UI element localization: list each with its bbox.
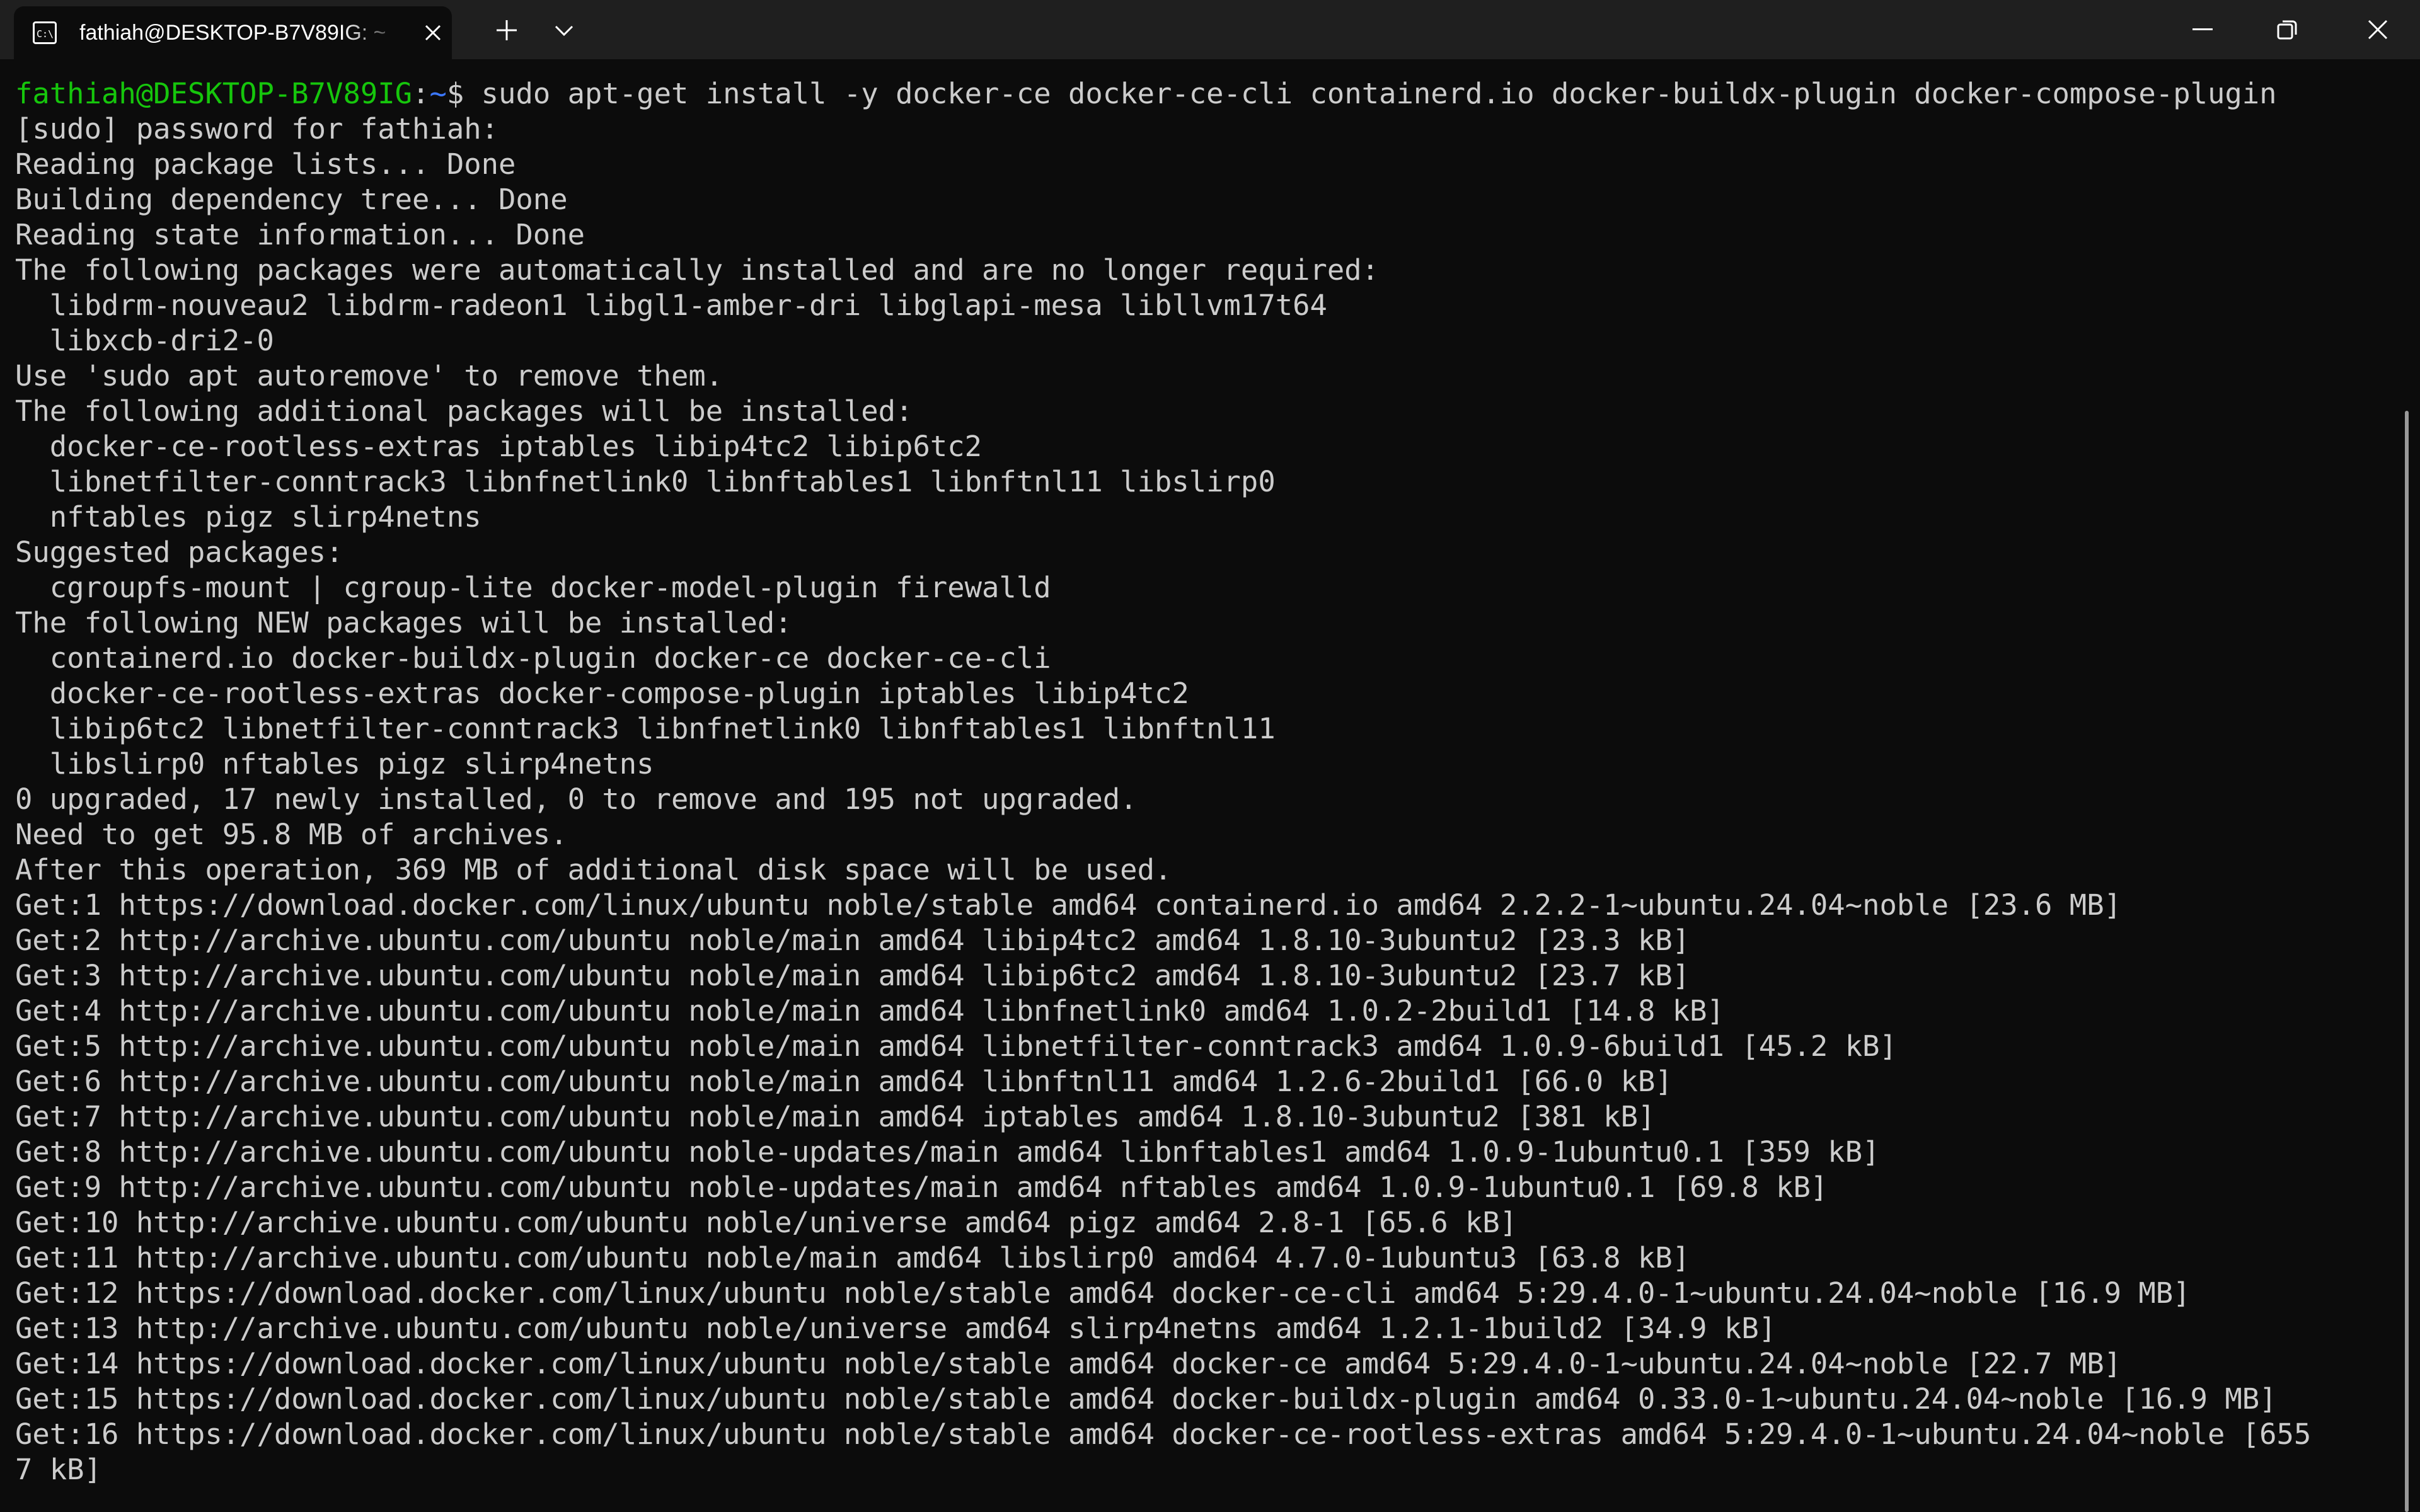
new-tab-plus-icon[interactable] <box>494 18 519 43</box>
output-line: After this operation, 369 MB of addition… <box>15 853 1172 886</box>
output-line: Reading package lists... Done <box>15 147 516 181</box>
output-line: Get:7 http://archive.ubuntu.com/ubuntu n… <box>15 1100 1656 1133</box>
output-line: Get:6 http://archive.ubuntu.com/ubuntu n… <box>15 1065 1673 1098</box>
svg-text:C:\: C:\ <box>37 28 54 40</box>
output-line: Reading state information... Done <box>15 218 585 251</box>
close-icon <box>2368 20 2388 40</box>
close-window-button[interactable] <box>2336 0 2420 59</box>
prompt-symbol: $ <box>446 77 481 110</box>
terminal-icon: C:\ <box>33 21 57 44</box>
prompt-user-host: fathiah@DESKTOP-B7V89IG <box>15 77 413 110</box>
output-line: Suggested packages: <box>15 536 343 569</box>
output-line: nftables pigz slirp4netns <box>15 500 481 534</box>
output-line: Get:3 http://archive.ubuntu.com/ubuntu n… <box>15 959 1690 992</box>
prompt-separator: : <box>412 77 430 110</box>
output-line: Get:11 http://archive.ubuntu.com/ubuntu … <box>15 1241 1690 1274</box>
output-line: [sudo] password for fathiah: <box>15 112 499 146</box>
output-line: Get:13 http://archive.ubuntu.com/ubuntu … <box>15 1312 1777 1345</box>
output-line: libdrm-nouveau2 libdrm-radeon1 libgl1-am… <box>15 289 1327 322</box>
minimize-button[interactable] <box>2160 0 2245 59</box>
chevron-down-icon[interactable] <box>553 23 575 38</box>
output-line: docker-ce-rootless-extras docker-compose… <box>15 677 1189 710</box>
command-line: fathiah@DESKTOP-B7V89IG:~$ sudo apt-get … <box>15 76 2385 112</box>
output-line: Get:10 http://archive.ubuntu.com/ubuntu … <box>15 1206 1518 1239</box>
scrollbar-thumb[interactable] <box>2405 411 2409 1512</box>
output-line: 7 kB] <box>15 1453 101 1486</box>
output-line: Need to get 95.8 MB of archives. <box>15 818 568 851</box>
output-line: Use 'sudo apt autoremove' to remove them… <box>15 359 723 392</box>
output-line: Get:8 http://archive.ubuntu.com/ubuntu n… <box>15 1135 1880 1169</box>
tab-terminal[interactable]: C:\ fathiah@DESKTOP-B7V89IG: ~ <box>14 6 452 59</box>
output-line: Get:5 http://archive.ubuntu.com/ubuntu n… <box>15 1029 1897 1063</box>
output-line: 0 upgraded, 17 newly installed, 0 to rem… <box>15 782 1138 816</box>
output-line: Get:9 http://archive.ubuntu.com/ubuntu n… <box>15 1171 1828 1204</box>
terminal-output[interactable]: fathiah@DESKTOP-B7V89IG:~$ sudo apt-get … <box>15 76 2385 1512</box>
restore-button[interactable] <box>2245 0 2329 59</box>
output-lines: [sudo] password for fathiah: Reading pack… <box>15 112 2385 1487</box>
output-line: libnetfilter-conntrack3 libnfnetlink0 li… <box>15 465 1276 498</box>
output-line: Get:2 http://archive.ubuntu.com/ubuntu n… <box>15 924 1690 957</box>
terminal-window: C:\ fathiah@DESKTOP-B7V89IG: ~ fathiah@D… <box>0 0 2420 1512</box>
output-line: libxcb-dri2-0 <box>15 324 274 357</box>
output-line: docker-ce-rootless-extras iptables libip… <box>15 430 982 463</box>
output-line: The following NEW packages will be insta… <box>15 606 792 639</box>
output-line: libip6tc2 libnetfilter-conntrack3 libnfn… <box>15 712 1276 745</box>
output-line: Get:4 http://archive.ubuntu.com/ubuntu n… <box>15 994 1724 1028</box>
output-line: The following additional packages will b… <box>15 394 913 428</box>
output-line: Get:14 https://download.docker.com/linux… <box>15 1347 2121 1380</box>
output-line: Get:1 https://download.docker.com/linux/… <box>15 888 2121 922</box>
tab-title: fathiah@DESKTOP-B7V89IG: ~ <box>79 21 386 45</box>
output-line: Get:15 https://download.docker.com/linux… <box>15 1382 2277 1416</box>
close-tab-icon[interactable] <box>424 23 442 42</box>
restore-icon <box>2277 20 2297 40</box>
title-bar: C:\ fathiah@DESKTOP-B7V89IG: ~ <box>0 0 2420 59</box>
command-text: sudo apt-get install -y docker-ce docker… <box>481 77 2277 110</box>
output-line: Get:12 https://download.docker.com/linux… <box>15 1276 2191 1310</box>
output-line: containerd.io docker-buildx-plugin docke… <box>15 641 1051 675</box>
prompt-path: ~ <box>429 77 447 110</box>
output-line: Get:16 https://download.docker.com/linux… <box>15 1418 2312 1451</box>
output-line: cgroupfs-mount | cgroup-lite docker-mode… <box>15 571 1051 604</box>
minimize-icon <box>2192 28 2213 30</box>
output-line: libslirp0 nftables pigz slirp4netns <box>15 747 654 781</box>
output-line: The following packages were automaticall… <box>15 253 1380 287</box>
output-line: Building dependency tree... Done <box>15 183 568 216</box>
